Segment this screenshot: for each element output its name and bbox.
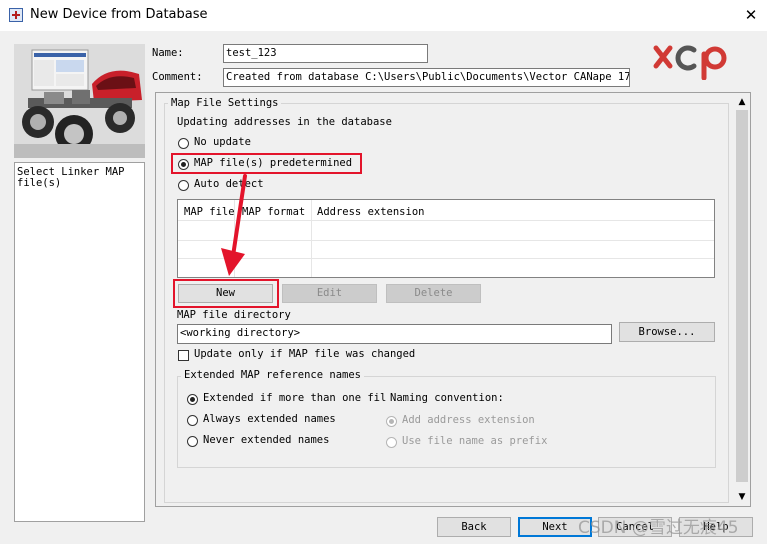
edit-button[interactable]: Edit xyxy=(282,284,377,303)
radio-always-extended[interactable] xyxy=(187,415,198,426)
car-chassis-illustration xyxy=(14,44,145,158)
csdn-watermark: CSDN @雪过无痕45 xyxy=(578,518,739,538)
browse-button[interactable]: Browse... xyxy=(619,322,715,342)
back-button[interactable]: Back xyxy=(437,517,511,537)
radio-no-update[interactable] xyxy=(178,138,189,149)
step-label: Select Linker MAP file(s) xyxy=(17,166,125,189)
extended-if-more-label[interactable]: Extended if more than one fil xyxy=(203,392,386,404)
name-input[interactable]: test_123 xyxy=(223,44,428,63)
never-extended-label[interactable]: Never extended names xyxy=(203,434,329,446)
radio-use-file-prefix[interactable] xyxy=(386,437,397,448)
naming-convention-label: Naming convention: xyxy=(390,392,504,404)
radio-never-extended[interactable] xyxy=(187,436,198,447)
table-row xyxy=(178,220,714,221)
scroll-up-icon[interactable]: ▲ xyxy=(736,96,748,108)
column-divider xyxy=(311,200,312,277)
app-icon xyxy=(9,8,23,22)
update-only-checkbox[interactable] xyxy=(178,350,189,361)
xcp-logo xyxy=(652,40,736,81)
radio-extended-if-more[interactable] xyxy=(187,394,198,405)
close-icon[interactable]: ✕ xyxy=(738,3,764,27)
comment-input[interactable]: Created from database C:\Users\Public\Do… xyxy=(223,68,630,87)
highlight-box-radio xyxy=(171,153,362,174)
comment-label: Comment: xyxy=(152,71,203,83)
map-directory-label: MAP file directory xyxy=(177,309,291,321)
wizard-step-panel: Select Linker MAP file(s) xyxy=(14,162,145,522)
map-directory-input[interactable]: <working directory> xyxy=(177,324,612,344)
column-header-address-extension[interactable]: Address extension xyxy=(317,206,424,218)
use-file-prefix-label[interactable]: Use file name as prefix xyxy=(402,435,547,447)
no-update-label[interactable]: No update xyxy=(194,136,251,148)
map-settings-title: Map File Settings xyxy=(168,97,282,109)
add-address-extension-label[interactable]: Add address extension xyxy=(402,414,535,426)
map-file-table[interactable]: MAP file MAP format Address extension xyxy=(177,199,715,278)
updating-label: Updating addresses in the database xyxy=(177,116,392,128)
always-extended-label[interactable]: Always extended names xyxy=(203,413,336,425)
radio-auto-detect[interactable] xyxy=(178,180,189,191)
table-row xyxy=(178,240,714,241)
delete-button[interactable]: Delete xyxy=(386,284,481,303)
scroll-down-icon[interactable]: ▼ xyxy=(736,491,748,503)
wizard-car-image xyxy=(14,44,145,158)
highlight-box-new xyxy=(173,279,279,308)
table-row xyxy=(178,258,714,259)
window-title: New Device from Database xyxy=(30,7,208,22)
xcp-logo-icon xyxy=(653,45,727,81)
extended-names-title: Extended MAP reference names xyxy=(181,369,365,381)
radio-add-address-extension[interactable] xyxy=(386,416,397,427)
update-only-label[interactable]: Update only if MAP file was changed xyxy=(194,348,415,360)
name-label: Name: xyxy=(152,47,184,59)
annotation-arrow-icon xyxy=(221,174,247,276)
scrollbar-thumb[interactable] xyxy=(736,110,748,482)
